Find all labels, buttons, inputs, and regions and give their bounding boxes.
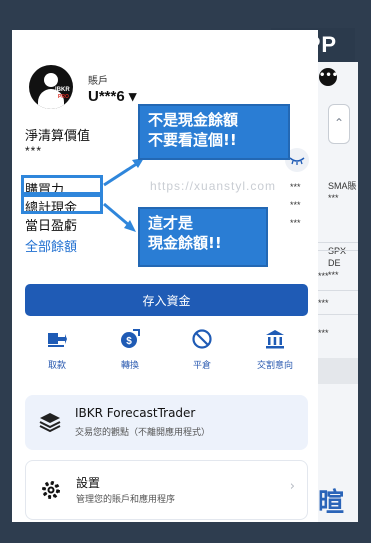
callout-not-cash: 不是現金餘額 不要看這個!! <box>138 104 290 160</box>
callout-is-cash: 這才是 現金餘額!! <box>138 207 268 267</box>
annotation-arrows <box>103 158 144 232</box>
